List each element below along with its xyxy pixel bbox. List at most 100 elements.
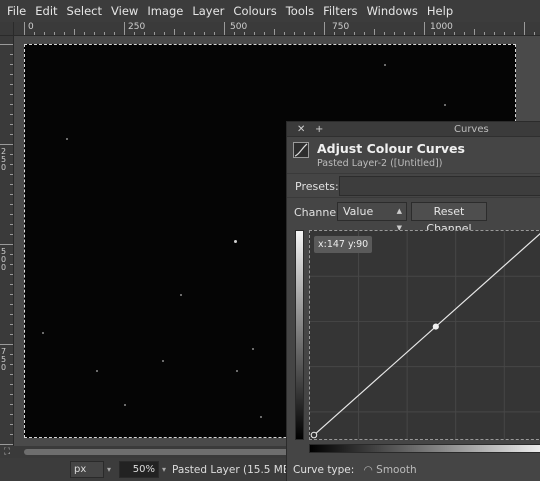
ruler-tick xyxy=(10,264,13,265)
ruler-tick xyxy=(10,194,13,195)
menubar: File Edit Select View Image Layer Colour… xyxy=(0,0,540,22)
ruler-tick xyxy=(44,32,45,35)
ruler-tick xyxy=(10,184,13,185)
menu-edit[interactable]: Edit xyxy=(32,4,63,18)
ruler-tick xyxy=(0,344,13,345)
curve-control-point[interactable] xyxy=(432,323,439,330)
ruler-tick xyxy=(374,29,375,35)
ruler-corner[interactable] xyxy=(0,22,14,36)
menu-layer[interactable]: Layer xyxy=(189,4,230,18)
ruler-tick xyxy=(0,244,13,245)
ruler-tick xyxy=(84,32,85,35)
ruler-tick xyxy=(344,32,345,35)
ruler-tick xyxy=(354,32,355,35)
ruler-tick xyxy=(184,32,185,35)
ruler-tick xyxy=(134,32,135,35)
vertical-ruler[interactable]: 250 500 750 xyxy=(0,36,14,446)
ruler-tick xyxy=(64,32,65,35)
channel-row: Channel: Value ▲ ▼ Reset Channel xyxy=(287,200,540,235)
curve-type-select[interactable]: ◠ Smooth xyxy=(364,464,417,476)
chevron-down-icon[interactable]: ▾ xyxy=(162,465,166,474)
ruler-tick xyxy=(10,364,13,365)
ruler-tick xyxy=(104,32,105,35)
layer-status-text: Pasted Layer (15.5 MB) xyxy=(172,463,295,476)
ruler-tick xyxy=(94,32,95,35)
ruler-tick xyxy=(314,32,315,35)
ruler-label: 750 xyxy=(1,347,7,372)
curve-line[interactable] xyxy=(313,231,540,436)
presets-row: Presets: xyxy=(287,174,540,198)
chevron-down-icon[interactable]: ▾ xyxy=(107,465,111,474)
menu-image[interactable]: Image xyxy=(144,4,189,18)
pin-icon[interactable]: + xyxy=(315,122,323,137)
ruler-tick xyxy=(10,424,13,425)
ruler-tick xyxy=(454,32,455,35)
ruler-tick xyxy=(54,32,55,35)
cursor-coordinates: x:147 y:90 xyxy=(314,236,373,253)
ruler-tick xyxy=(124,22,125,35)
curves-icon xyxy=(293,142,309,158)
ruler-label: 500 xyxy=(1,247,7,272)
ruler-tick xyxy=(524,22,525,35)
menu-windows[interactable]: Windows xyxy=(364,4,424,18)
ruler-tick xyxy=(10,314,13,315)
ruler-tick xyxy=(10,114,13,115)
ruler-tick xyxy=(114,32,115,35)
ruler-tick xyxy=(10,164,13,165)
ruler-tick xyxy=(10,334,13,335)
ruler-tick xyxy=(294,32,295,35)
dialog-titlebar[interactable]: ✕ + Curves xyxy=(287,122,540,137)
channel-select[interactable]: Value ▲ ▼ xyxy=(337,202,407,232)
menu-file[interactable]: File xyxy=(4,4,32,18)
vertical-gradient-bar xyxy=(295,230,304,440)
unit-select[interactable]: px xyxy=(70,461,104,478)
curve-type-label: Curve type: xyxy=(293,464,355,476)
ruler-tick xyxy=(274,29,275,35)
menu-colours[interactable]: Colours xyxy=(230,4,282,18)
ruler-tick xyxy=(394,32,395,35)
menu-tools[interactable]: Tools xyxy=(283,4,320,18)
ruler-tick xyxy=(264,32,265,35)
ruler-tick xyxy=(434,32,435,35)
dialog-header: Adjust Colour Curves Pasted Layer-2 ([Un… xyxy=(287,138,540,174)
ruler-tick xyxy=(74,29,75,35)
menu-filters[interactable]: Filters xyxy=(320,4,363,18)
menu-help[interactable]: Help xyxy=(424,4,459,18)
horizontal-gradient-bar xyxy=(309,444,540,453)
menu-view[interactable]: View xyxy=(108,4,144,18)
ruler-tick xyxy=(414,32,415,35)
ruler-tick xyxy=(24,22,25,35)
close-icon[interactable]: ✕ xyxy=(297,122,305,137)
ruler-tick xyxy=(144,32,145,35)
navigate-icon[interactable]: ⛶ xyxy=(0,446,14,458)
ruler-tick xyxy=(334,32,335,35)
curve-graph[interactable] xyxy=(310,231,540,439)
ruler-tick xyxy=(10,64,13,65)
ruler-tick xyxy=(10,394,13,395)
curve-type-value: Smooth xyxy=(376,464,417,476)
ruler-tick xyxy=(10,384,13,385)
ruler-tick xyxy=(204,32,205,35)
ruler-tick xyxy=(10,324,13,325)
ruler-tick xyxy=(34,32,35,35)
horizontal-ruler[interactable]: 0 250 500 750 1000 xyxy=(14,22,540,36)
dialog-subtitle: Pasted Layer-2 ([Untitled]) xyxy=(317,158,443,169)
ruler-tick xyxy=(10,414,13,415)
ruler-tick xyxy=(10,284,13,285)
menu-select[interactable]: Select xyxy=(64,4,108,18)
reset-channel-button[interactable]: Reset Channel xyxy=(411,202,487,235)
ruler-tick xyxy=(514,32,515,35)
curve-control-point[interactable] xyxy=(310,431,318,439)
curve-type-row: Curve type: ◠ Smooth xyxy=(293,464,540,481)
zoom-input[interactable]: 50% xyxy=(119,461,160,478)
ruler-tick xyxy=(10,294,13,295)
ruler-tick xyxy=(10,434,13,435)
presets-label: Presets: xyxy=(295,180,339,193)
ruler-tick xyxy=(284,32,285,35)
presets-combo[interactable] xyxy=(339,176,540,196)
curve-editor[interactable]: x:147 y:90 xyxy=(309,230,540,440)
ruler-tick xyxy=(464,32,465,35)
ruler-tick xyxy=(364,32,365,35)
ruler-label: 250 xyxy=(128,22,146,32)
ruler-tick xyxy=(10,214,13,215)
